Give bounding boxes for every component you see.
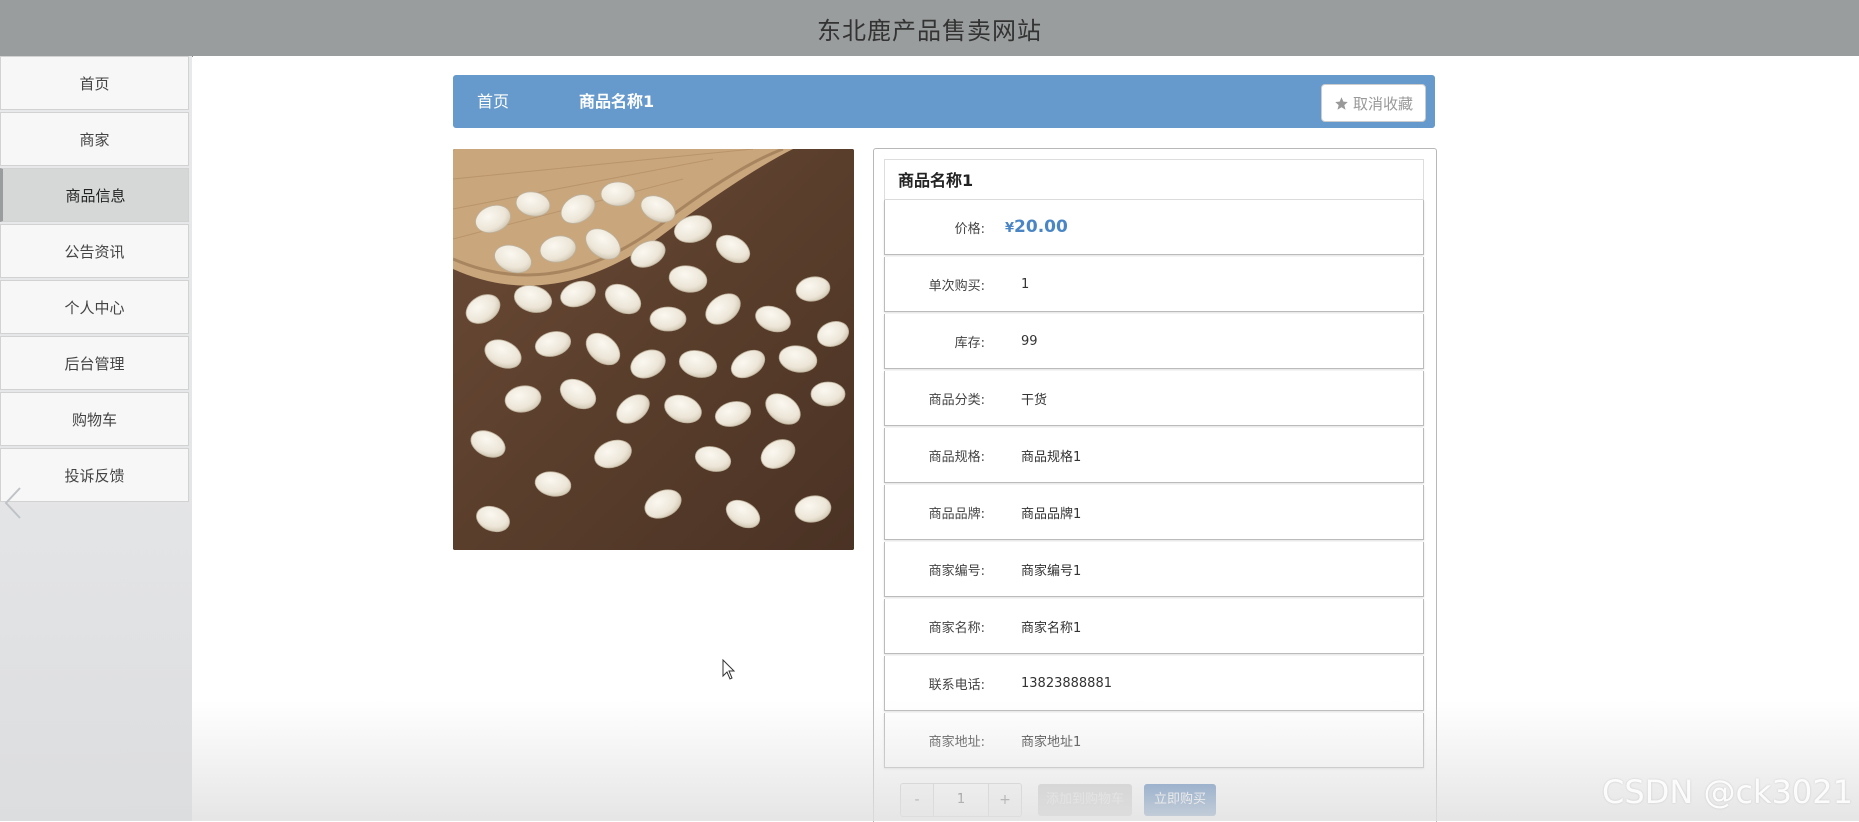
field-label: 商家编号: (885, 560, 985, 579)
field-label: 商品分类: (885, 389, 985, 408)
quantity-input[interactable]: 1 (933, 784, 989, 816)
detail-row: 商品分类: 干货 (884, 371, 1424, 426)
site-title: 东北鹿产品售卖网站 (817, 11, 1042, 46)
detail-row: 库存: 99 (884, 314, 1424, 369)
price-label: 价格: (885, 218, 985, 237)
star-icon (1334, 96, 1349, 111)
product-detail-panel: 商品名称1 价格: ¥20.00 单次购买: 1 库存: 99 商品分类: 干货… (873, 148, 1437, 822)
field-value: 商品品牌1 (1021, 503, 1081, 522)
field-label: 联系电话: (885, 674, 985, 693)
breadcrumb: 首页 商品名称1 取消收藏 (453, 75, 1435, 128)
field-value: 1 (1021, 277, 1029, 292)
price-row: 价格: ¥20.00 (884, 200, 1424, 255)
sidebar-item-cart[interactable]: 购物车 (0, 392, 189, 446)
breadcrumb-home-link[interactable]: 首页 (477, 75, 509, 128)
field-value: 干货 (1021, 389, 1047, 408)
detail-row: 商家编号: 商家编号1 (884, 542, 1424, 597)
site-header: 东北鹿产品售卖网站 (0, 0, 1859, 57)
unfavorite-label: 取消收藏 (1353, 93, 1413, 114)
field-value: 13823888881 (1021, 676, 1112, 691)
detail-row: 商品规格: 商品规格1 (884, 428, 1424, 483)
price-amount: 20.00 (1014, 217, 1068, 237)
sidebar-item-news[interactable]: 公告资讯 (0, 224, 189, 278)
watermark: CSDN @ck3021 (1602, 773, 1853, 811)
sidebar-item-feedback[interactable]: 投诉反馈 (0, 448, 189, 502)
decrease-button[interactable]: - (901, 784, 933, 816)
detail-row: 联系电话: 13823888881 (884, 656, 1424, 711)
detail-row: 商家地址: 商家地址1 (884, 713, 1424, 768)
sidebar-item-merchants[interactable]: 商家 (0, 112, 189, 166)
field-label: 单次购买: (885, 275, 985, 294)
field-label: 商家地址: (885, 731, 985, 750)
detail-row: 商家名称: 商家名称1 (884, 599, 1424, 654)
buy-now-button[interactable]: 立即购买 (1144, 784, 1216, 816)
detail-row: 单次购买: 1 (884, 257, 1424, 312)
mouse-cursor-icon (722, 659, 736, 681)
increase-button[interactable]: + (989, 784, 1021, 816)
purchase-controls: - 1 + 添加到购物车 立即购买 (900, 783, 1216, 817)
field-label: 商家名称: (885, 617, 985, 636)
breadcrumb-current: 商品名称1 (579, 75, 654, 128)
unfavorite-button[interactable]: 取消收藏 (1321, 84, 1426, 122)
field-value: 商品规格1 (1021, 446, 1081, 465)
product-image (453, 149, 854, 550)
field-value: 商家名称1 (1021, 617, 1081, 636)
quantity-stepper: - 1 + (900, 783, 1022, 817)
sidebar-item-admin[interactable]: 后台管理 (0, 336, 189, 390)
chevron-left-icon[interactable] (2, 486, 24, 520)
field-value: 商家编号1 (1021, 560, 1081, 579)
price-value: ¥20.00 (1005, 217, 1068, 237)
field-value: 99 (1021, 334, 1038, 349)
product-name: 商品名称1 (884, 159, 1424, 200)
sidebar-item-home[interactable]: 首页 (0, 56, 189, 110)
currency-symbol: ¥ (1005, 221, 1014, 236)
sidebar-item-products[interactable]: 商品信息 (0, 168, 189, 222)
field-value: 商家地址1 (1021, 731, 1081, 750)
field-label: 库存: (885, 332, 985, 351)
sidebar-nav: 首页 商家 商品信息 公告资讯 个人中心 后台管理 购物车 投诉反馈 (0, 56, 192, 821)
field-label: 商品规格: (885, 446, 985, 465)
field-label: 商品品牌: (885, 503, 985, 522)
sidebar-item-profile[interactable]: 个人中心 (0, 280, 189, 334)
product-photo (453, 149, 854, 550)
detail-row: 商品品牌: 商品品牌1 (884, 485, 1424, 540)
add-to-cart-button[interactable]: 添加到购物车 (1038, 784, 1132, 816)
